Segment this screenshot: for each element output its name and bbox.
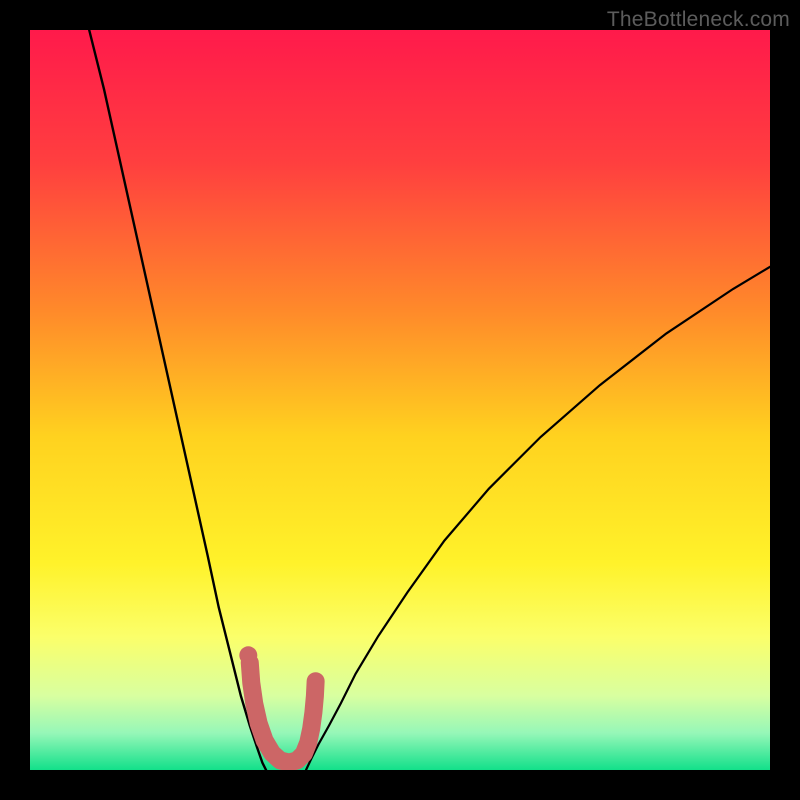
plot-area: [30, 30, 770, 770]
left-curve-line: [89, 30, 266, 770]
watermark-text: TheBottleneck.com: [607, 8, 790, 32]
chart-curves: [30, 30, 770, 770]
valley-highlight-dot: [239, 646, 257, 664]
valley-highlight-stroke: [250, 663, 316, 763]
right-curve-line: [306, 267, 770, 770]
chart-frame: TheBottleneck.com: [0, 0, 800, 800]
